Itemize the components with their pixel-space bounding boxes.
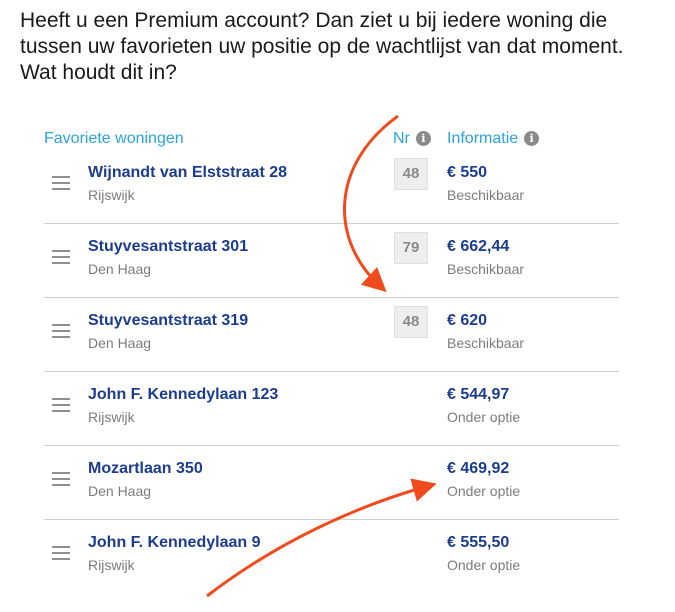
annotation-arrows (206, 114, 437, 598)
annotation-arrow-bottom (206, 478, 437, 598)
annotation-arrow-top (343, 114, 399, 293)
